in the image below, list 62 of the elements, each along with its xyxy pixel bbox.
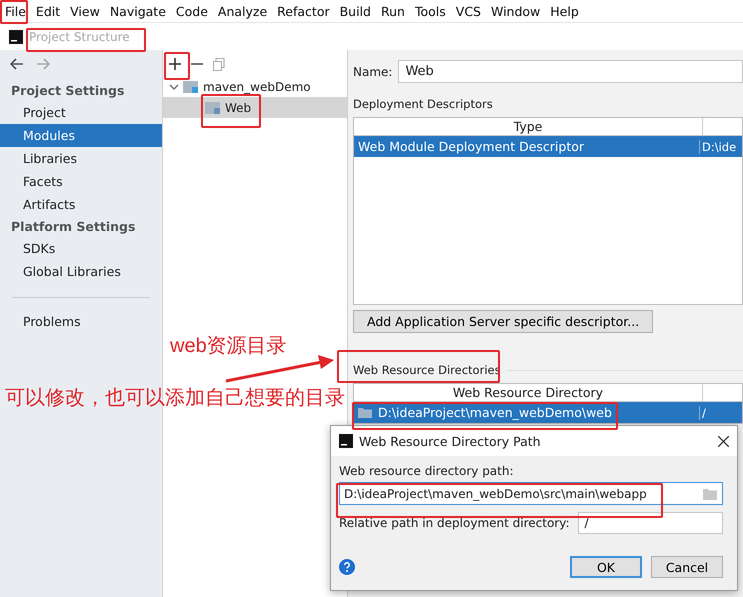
back-arrow-icon[interactable] [10,58,24,70]
menu-item[interactable]: File [0,4,31,18]
column-header[interactable]: Type [354,118,702,135]
highlight-frame [164,52,190,80]
menu-item[interactable]: Refactor [272,4,335,18]
web-module-icon [205,100,221,114]
add-icon[interactable] [169,58,181,70]
dialog-title: Web Resource Directory Path [359,434,542,448]
sidebar-item[interactable]: Modules [0,124,162,147]
menu-item[interactable]: Navigate [104,4,171,18]
menu-item[interactable]: VCS [450,4,486,18]
tree-item[interactable]: Web [163,97,347,118]
menu-item[interactable]: Tools [410,4,451,18]
add-descriptor-button[interactable]: Add Application Server specific descriptor... [353,310,654,333]
folder-icon [358,407,372,418]
menu-item[interactable]: Build [334,4,376,18]
menu-item[interactable]: Edit [30,4,66,18]
menu-item[interactable]: Code [170,4,213,18]
menu-item[interactable]: Analyze [212,4,272,18]
name-field[interactable]: Web [398,60,743,83]
annotation-text: web资源目录 [170,334,287,359]
annotation-text: 可以修改，也可以添加自己想要的目录 [5,386,345,411]
section-title: Deployment Descriptors [353,97,493,111]
sidebar-item[interactable]: Libraries [0,147,162,170]
sidebar-item[interactable]: Problems [0,310,162,333]
section-heading: Project Settings [10,82,126,100]
sidebar-item[interactable]: SDKs [0,237,162,260]
field-label: Relative path in deployment directory: [339,516,570,530]
sidebar-item[interactable]: Global Libraries [0,260,162,283]
highlight-frame [0,0,28,24]
column-header[interactable]: Web Resource Directory [354,384,702,401]
module-folder-icon [183,80,199,94]
menu-item[interactable]: Run [376,4,410,18]
close-icon[interactable] [718,436,729,446]
dialog-button[interactable]: Cancel [651,556,723,578]
table-cell: D:\ide [702,140,736,154]
table-row[interactable]: Web Module Deployment Descriptor D:\ide [354,136,742,157]
menu-item[interactable]: Window [486,4,546,18]
sidebar-item[interactable]: Project [0,101,162,124]
menu-item[interactable]: Help [545,4,584,18]
highlight-frame [201,94,261,128]
section-heading: Platform Settings [10,218,136,236]
section-title: Web Resource Directories [353,363,501,377]
path-field[interactable]: D:\ideaProject\maven_webDemo\src\main\webapp [339,482,723,505]
sidebar-item[interactable]: Facets [0,170,162,193]
tree-label: maven_webDemo [203,80,311,94]
relative-path-field[interactable]: / [578,512,723,534]
app-logo-icon [339,434,353,448]
name-label: Name: [353,64,392,78]
table-cell: Web Module Deployment Descriptor [358,139,584,154]
table-row[interactable]: D:\ideaProject\maven_webDemo\web / [354,402,742,423]
menu-item[interactable]: View [65,4,105,18]
help-icon[interactable] [339,559,355,575]
chevron-down-icon[interactable] [169,82,179,92]
sidebar-item[interactable]: Artifacts [0,193,162,216]
field-label: Web resource directory path: [339,464,515,478]
tree-label: Web [225,100,252,114]
dialog-button[interactable]: OK [570,556,642,578]
tree-item[interactable]: maven_webDemo [163,76,347,97]
table-cell: D:\ideaProject\maven_webDemo\web [378,405,612,420]
window-title: Project Structure [29,30,130,44]
table-cell: / [702,406,706,420]
